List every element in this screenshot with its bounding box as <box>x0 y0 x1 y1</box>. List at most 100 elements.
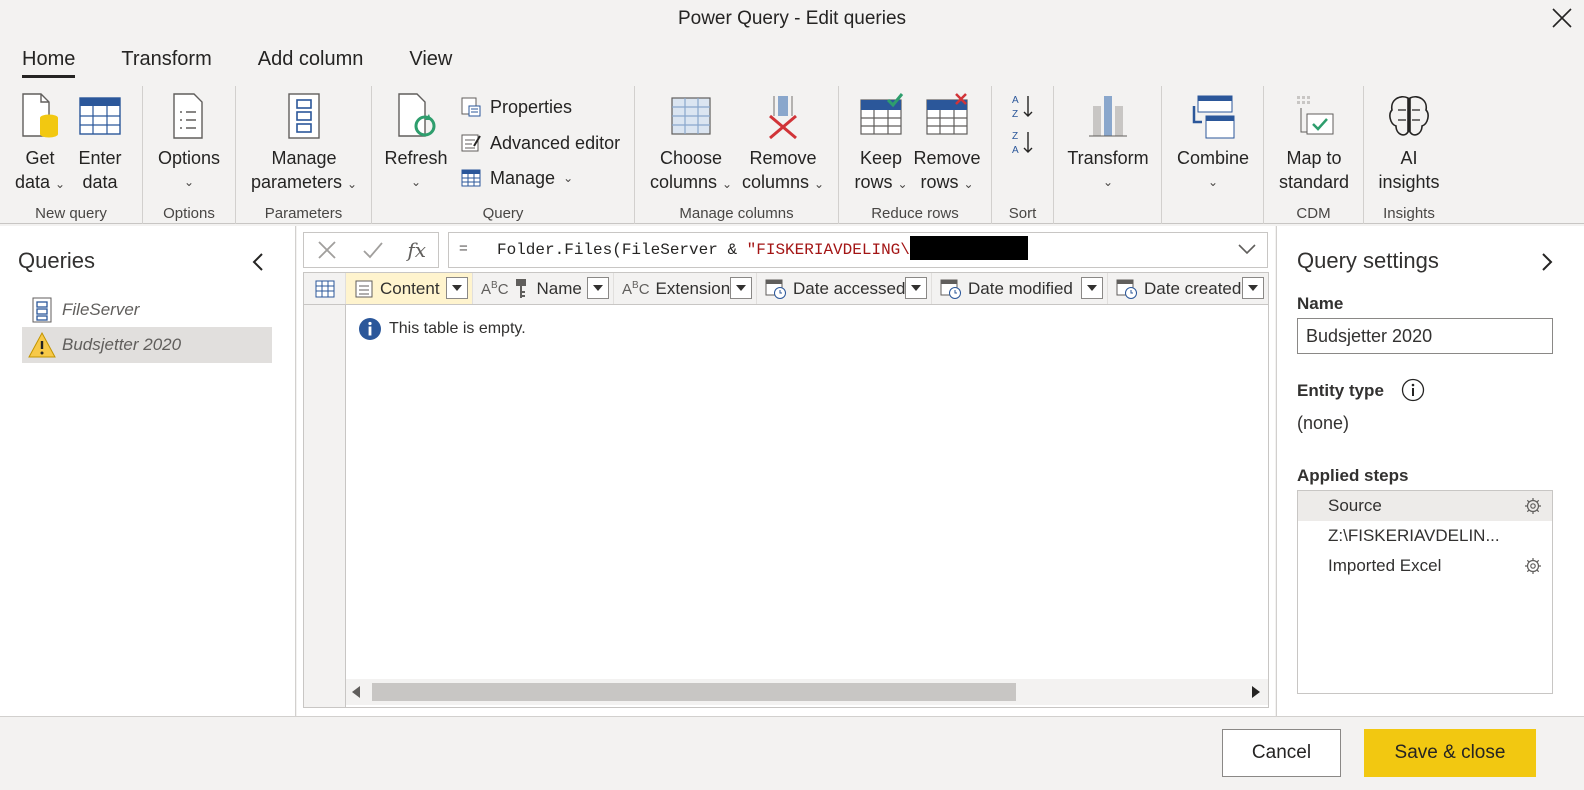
chevron-down-icon: ⌄ <box>963 177 974 191</box>
svg-text:Z: Z <box>1012 109 1018 120</box>
chevron-down-icon: ⌄ <box>410 175 422 189</box>
chevron-right-icon[interactable] <box>1540 252 1554 272</box>
close-icon[interactable] <box>1550 6 1574 30</box>
advanced-editor-button[interactable]: Advanced editor <box>460 132 620 154</box>
cancel-formula-icon[interactable] <box>316 239 338 261</box>
formula-bar[interactable]: = Folder.Files(FileServer & "FISKERIAVDE… <box>448 232 1268 268</box>
step-source[interactable]: Source <box>1298 491 1552 521</box>
refresh-icon <box>398 93 436 137</box>
ai-insights-button[interactable]: AI insights <box>1374 92 1444 194</box>
transform-button[interactable]: Transform ⌄ <box>1062 92 1154 194</box>
group-insights: AI insights Insights <box>1364 86 1454 224</box>
map-to-standard-button[interactable]: Map to standard <box>1272 92 1356 194</box>
group-manage-columns: Choose columns ⌄ Remove columns ⌄ Manage… <box>635 86 839 224</box>
queries-panel: Queries FileServer Budsjetter 2020 <box>0 226 296 716</box>
scrollbar-thumb[interactable] <box>372 683 1016 701</box>
save-close-button[interactable]: Save & close <box>1364 729 1536 777</box>
group-label-new-query: New query <box>35 205 107 222</box>
empty-message-text: This table is empty. <box>389 320 526 337</box>
chevron-down-icon: ⌄ <box>721 177 733 191</box>
query-item-label: FileServer <box>62 300 140 319</box>
entity-type-label: Entity type <box>1297 381 1384 400</box>
info-outline-icon[interactable] <box>1401 378 1425 402</box>
choose-columns-button[interactable]: Choose columns ⌄ <box>645 92 737 196</box>
column-header-date-created[interactable]: Date created <box>1108 273 1268 304</box>
enter-data-label-1: Enter <box>78 148 122 168</box>
commit-formula-icon[interactable] <box>362 239 384 261</box>
cancel-button[interactable]: Cancel <box>1222 729 1341 777</box>
redacted-block <box>909 236 1028 260</box>
formula-text[interactable]: Folder.Files(FileServer & "FISKERIAVDELI… <box>497 236 1028 260</box>
queries-panel-title: Queries <box>18 248 96 273</box>
chevron-left-icon[interactable] <box>251 252 265 272</box>
column-header-extension[interactable]: ABC Extension <box>614 273 757 304</box>
scroll-right-icon[interactable] <box>1252 686 1260 698</box>
horizontal-scrollbar[interactable] <box>346 679 1268 705</box>
manage-parameters-button[interactable]: Manage parameters ⌄ <box>246 92 362 196</box>
tab-home[interactable]: Home <box>22 42 76 78</box>
get-data-button[interactable]: Get data ⌄ <box>10 92 70 196</box>
step-imported-excel[interactable]: Imported Excel <box>1298 551 1552 581</box>
advanced-editor-label: Advanced editor <box>490 132 621 153</box>
query-settings-title: Query settings <box>1297 248 1439 273</box>
chevron-down-icon: ⌄ <box>563 171 574 185</box>
column-name: Date created <box>1144 278 1242 298</box>
chevron-down-icon: ⌄ <box>55 177 66 191</box>
caret-down-icon <box>452 285 462 291</box>
keep-rows-button[interactable]: Keep rows ⌄ <box>851 92 911 196</box>
query-item-budsjetter-2020[interactable]: Budsjetter 2020 <box>22 327 272 363</box>
group-label-parameters: Parameters <box>264 205 343 222</box>
step-navigation[interactable]: Z:\FISKERIAVDELIN... <box>1298 521 1552 551</box>
keep-rows-label-2: rows <box>854 172 893 192</box>
query-settings-panel: Query settings Name Entity type (none) A… <box>1276 226 1584 716</box>
table-corner[interactable] <box>304 273 346 304</box>
manage-label: Manage <box>490 167 556 188</box>
formula-string: "FISKERIAVDELING\ <box>746 241 910 260</box>
chevron-down-icon: ⌄ <box>1207 175 1219 189</box>
column-filter-dropdown[interactable] <box>1242 277 1264 299</box>
tab-add-column[interactable]: Add column <box>258 42 364 78</box>
enter-data-button[interactable]: Enter data <box>72 92 128 194</box>
chevron-down-icon: ⌄ <box>347 177 358 191</box>
column-header-name[interactable]: ABC Name <box>473 273 614 304</box>
options-button[interactable]: Options ⌄ <box>153 92 225 194</box>
text-type-icon: ABC <box>622 279 650 298</box>
group-label-reduce-rows: Reduce rows <box>871 205 959 222</box>
sort-descending-icon[interactable]: ZA <box>1010 128 1036 156</box>
group-query: Refresh ⌄ Properties Advanced editor Man… <box>372 86 635 224</box>
refresh-button[interactable]: Refresh ⌄ <box>384 92 448 194</box>
column-header-date-accessed[interactable]: Date accessed <box>757 273 932 304</box>
combine-icon <box>1192 95 1235 139</box>
properties-label: Properties <box>490 96 573 117</box>
remove-rows-button[interactable]: Remove rows ⌄ <box>913 92 981 196</box>
table-icon <box>315 280 334 297</box>
step-label: Imported Excel <box>1328 556 1442 575</box>
entity-type-value: (none) <box>1297 413 1350 433</box>
fx-icon[interactable]: fx <box>407 238 426 262</box>
remove-columns-button[interactable]: Remove columns ⌄ <box>737 92 829 196</box>
tab-view[interactable]: View <box>409 42 452 78</box>
combine-button[interactable]: Combine ⌄ <box>1170 92 1256 194</box>
parameter-icon <box>32 297 52 323</box>
query-item-fileserver[interactable]: FileServer <box>22 292 272 328</box>
column-header-content[interactable]: Content <box>346 273 473 304</box>
caret-down-icon <box>593 285 603 291</box>
column-filter-dropdown[interactable] <box>1081 277 1103 299</box>
map-to-standard-icon <box>1297 96 1334 135</box>
chevron-down-icon[interactable] <box>1237 242 1257 256</box>
column-header-date-modified[interactable]: Date modified <box>932 273 1108 304</box>
column-filter-dropdown[interactable] <box>446 277 468 299</box>
query-name-input[interactable] <box>1297 318 1553 354</box>
column-filter-dropdown[interactable] <box>730 277 752 299</box>
scroll-left-icon[interactable] <box>352 686 360 698</box>
manage-button[interactable]: Manage ⌄ <box>460 167 573 189</box>
gear-icon[interactable] <box>1524 497 1542 515</box>
tab-transform[interactable]: Transform <box>121 42 211 78</box>
gear-icon[interactable] <box>1524 557 1542 575</box>
column-filter-dropdown[interactable] <box>587 277 609 299</box>
properties-button[interactable]: Properties <box>460 96 572 118</box>
group-label-sort: Sort <box>1008 205 1037 222</box>
column-filter-dropdown[interactable] <box>905 277 927 299</box>
advanced-editor-icon <box>461 134 481 152</box>
sort-ascending-icon[interactable]: AZ <box>1010 92 1036 120</box>
